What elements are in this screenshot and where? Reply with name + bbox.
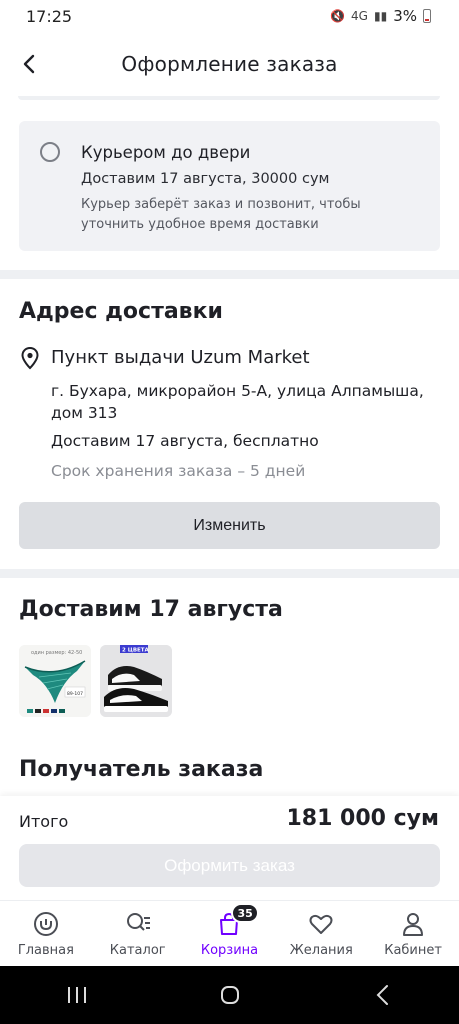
- tab-cart[interactable]: 35 Корзина: [184, 901, 276, 966]
- underwear-image: один размер: 42-50 89-107: [19, 645, 91, 717]
- network-label: 4G: [351, 9, 368, 23]
- courier-option-subtitle: Доставим 17 августа, 30000 сум: [81, 171, 330, 187]
- radio-button[interactable]: [40, 142, 60, 162]
- battery-icon: [423, 9, 431, 23]
- location-pin-icon: [21, 346, 39, 370]
- page-title: Оформление заказа: [121, 52, 338, 76]
- address-section-title: Адрес доставки: [19, 299, 223, 324]
- divider: [18, 96, 440, 100]
- bottom-tab-bar: Главная Каталог 35 Корзина Желания Кабин…: [0, 900, 459, 966]
- catalog-search-icon: [126, 913, 150, 931]
- delivery-info: Доставим 17 августа, бесплатно: [51, 432, 319, 450]
- back-button[interactable]: [2, 36, 58, 92]
- section-divider: [0, 569, 459, 578]
- system-back-button[interactable]: [353, 975, 413, 1015]
- section-divider: [0, 270, 459, 279]
- courier-option-description: Курьер заберёт заказ и позвонит, чтобы у…: [81, 197, 361, 232]
- system-nav-bar: [0, 966, 459, 1024]
- home-circle-icon: [220, 986, 239, 1004]
- tab-wishlist[interactable]: Желания: [275, 901, 367, 966]
- tab-home[interactable]: Главная: [0, 901, 92, 966]
- thumb-size-text: один размер: 42-50: [31, 650, 82, 656]
- thumb-tag-text: 2 ЦВЕТА: [122, 648, 150, 654]
- chevron-left-icon: [23, 54, 35, 74]
- back-arrow-icon: [376, 985, 388, 1005]
- header: Оформление заказа: [0, 36, 459, 92]
- battery-percent: 3%: [393, 7, 417, 25]
- storage-info: Срок хранения заказа – 5 дней: [51, 462, 306, 480]
- checkout-button[interactable]: Оформить заказ: [19, 844, 440, 887]
- user-icon: [403, 913, 424, 936]
- tab-wishlist-label: Желания: [289, 943, 353, 958]
- recent-apps-icon: [67, 987, 86, 1003]
- mute-icon: 🔇: [330, 9, 346, 23]
- tab-home-label: Главная: [17, 943, 74, 958]
- signal-icon: ▮▮: [373, 9, 388, 23]
- delivery-section-title: Доставим 17 августа: [19, 597, 283, 622]
- total-label: Итого: [19, 812, 69, 831]
- product-thumbnail-underwear[interactable]: один размер: 42-50 89-107: [19, 645, 91, 717]
- cart-count-badge: 35: [231, 903, 259, 923]
- checkout-panel: Итого 181 000 сум Оформить заказ: [0, 796, 459, 900]
- tab-catalog[interactable]: Каталог: [92, 901, 184, 966]
- address-text: г. Бухара, микрорайон 5-А, улица Алпамыш…: [51, 382, 424, 422]
- change-address-button[interactable]: Изменить: [19, 502, 440, 549]
- thumb-code-text: 89-107: [67, 691, 83, 697]
- courier-option-title: Курьером до двери: [81, 143, 251, 162]
- home-button[interactable]: [200, 975, 260, 1015]
- sneakers-image: 2 ЦВЕТА: [100, 645, 172, 717]
- heart-icon: [309, 914, 333, 934]
- status-bar: 17:25 🔇 4G ▮▮ 3%: [0, 0, 459, 32]
- product-thumbnail-sneakers[interactable]: 2 ЦВЕТА: [100, 645, 172, 717]
- tab-profile[interactable]: Кабинет: [367, 901, 459, 966]
- courier-option-card[interactable]: Курьером до двери Доставим 17 августа, 3…: [19, 121, 440, 251]
- recent-apps-button[interactable]: [47, 975, 107, 1015]
- tab-profile-label: Кабинет: [384, 943, 442, 958]
- home-icon: [33, 912, 58, 936]
- tab-catalog-label: Каталог: [109, 943, 166, 958]
- recipient-section-title: Получатель заказа: [19, 757, 264, 782]
- total-value: 181 000 сум: [286, 806, 439, 831]
- pickup-point-title: Пункт выдачи Uzum Market: [51, 347, 310, 368]
- tab-cart-label: Корзина: [200, 943, 259, 958]
- status-time: 17:25: [26, 6, 73, 26]
